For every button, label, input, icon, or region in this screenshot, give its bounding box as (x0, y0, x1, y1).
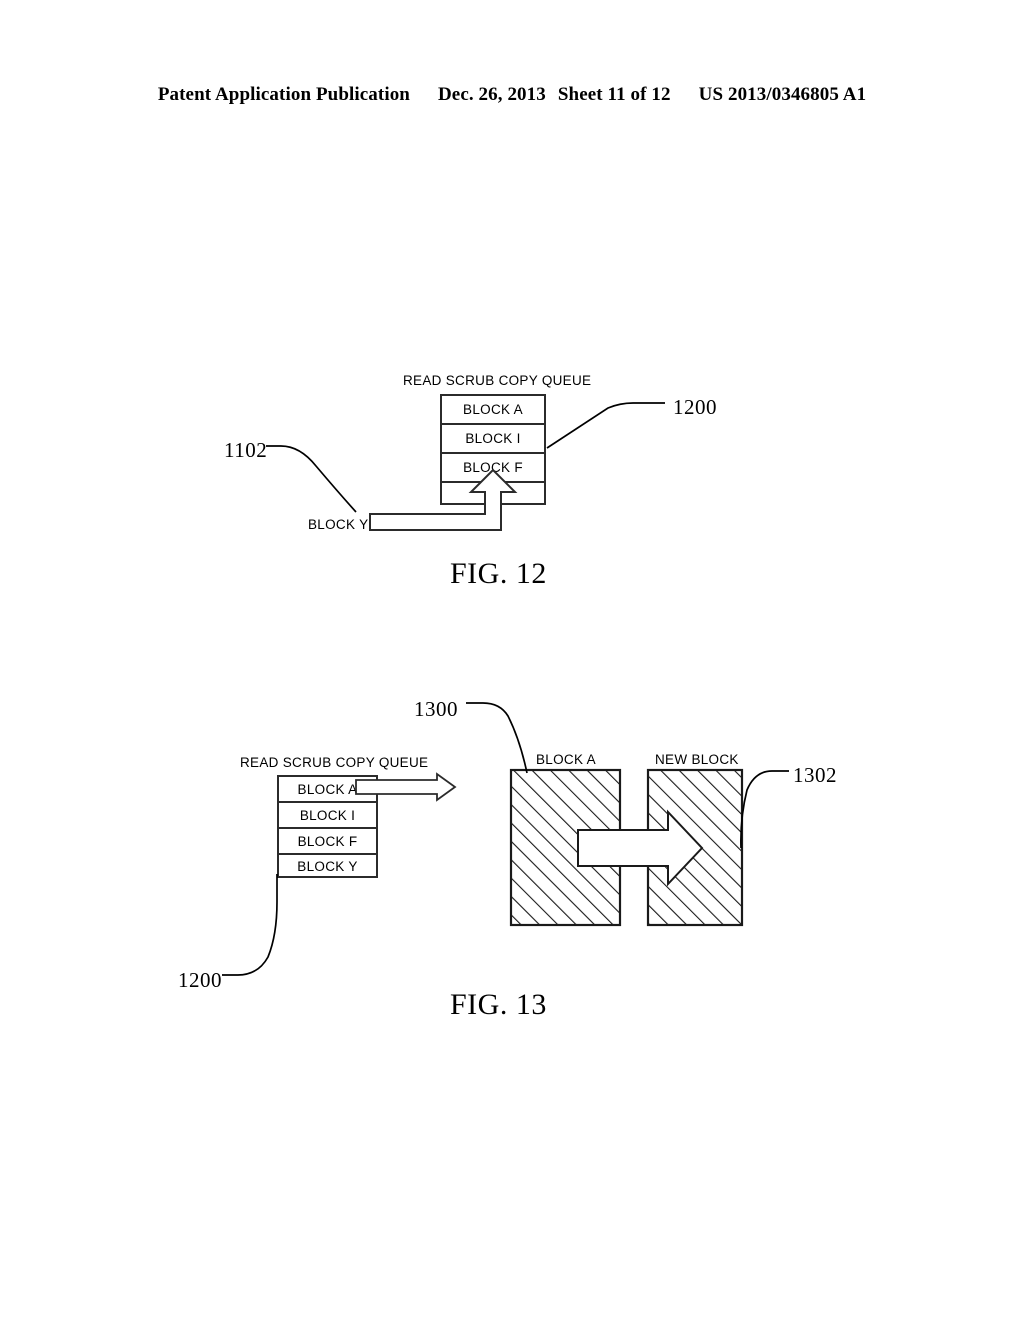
header-publication: Patent Application Publication (157, 84, 410, 105)
fig13-queue-row: BLOCK I (299, 807, 356, 823)
fig12-caption: FIG. 12 (450, 557, 547, 590)
fig13-ref-1200: 1200 (178, 968, 222, 992)
fig13-queue-row: BLOCK Y (297, 859, 358, 874)
fig12-leader-1102 (266, 445, 357, 513)
fig12-queue-row: BLOCK A (463, 402, 523, 417)
fig12-queue-title: READ SCRUB COPY QUEUE (403, 373, 592, 388)
header-patent-number: US 2013/0346805 A1 (698, 84, 867, 105)
fig13-caption: FIG. 13 (450, 988, 547, 1021)
fig12-read-scrub-copy-queue: BLOCK A BLOCK I BLOCK F (440, 394, 546, 505)
fig12-queue-row: BLOCK F (463, 460, 523, 475)
fig13-target-block (646, 768, 744, 927)
fig12-ref-1200: 1200 (673, 395, 717, 419)
header-sheet: Sheet 11 of 12 (557, 84, 671, 105)
header-date: Dec. 26, 2013 (437, 84, 546, 105)
patent-sheet: Patent Application Publication Dec. 26, 2… (0, 0, 1024, 1320)
fig13-source-block (509, 768, 622, 927)
fig12-leader-1200 (546, 402, 665, 449)
drawing-vector-overlay (222, 402, 789, 976)
fig13-leader-1200 (222, 874, 278, 976)
fig12-queue-row: BLOCK I (465, 431, 521, 446)
fig13-queue-row: BLOCK A (297, 781, 358, 797)
fig13-target-block-label: NEW BLOCK (655, 752, 739, 767)
fig12-ref-1102: 1102 (224, 438, 268, 462)
fig13-leader-1300 (466, 702, 528, 774)
fig13-read-scrub-copy-queue: BLOCK A BLOCK I BLOCK F BLOCK Y (277, 775, 378, 878)
fig13-copy-arrow-label: COPY (615, 840, 655, 855)
page-header: Patent Application Publication Dec. 26, 2… (0, 84, 1024, 106)
fig13-queue-row: BLOCK F (297, 833, 358, 849)
fig12-incoming-block-label: BLOCK Y (308, 517, 369, 532)
fig13-source-block-label: BLOCK A (536, 752, 596, 767)
fig13-ref-1300: 1300 (414, 697, 458, 721)
fig13-queue-title: READ SCRUB COPY QUEUE (240, 755, 429, 770)
fig13-leader-1302 (740, 770, 789, 849)
fig13-ref-1302: 1302 (793, 763, 837, 787)
fig12-queue-row-empty (442, 483, 544, 503)
